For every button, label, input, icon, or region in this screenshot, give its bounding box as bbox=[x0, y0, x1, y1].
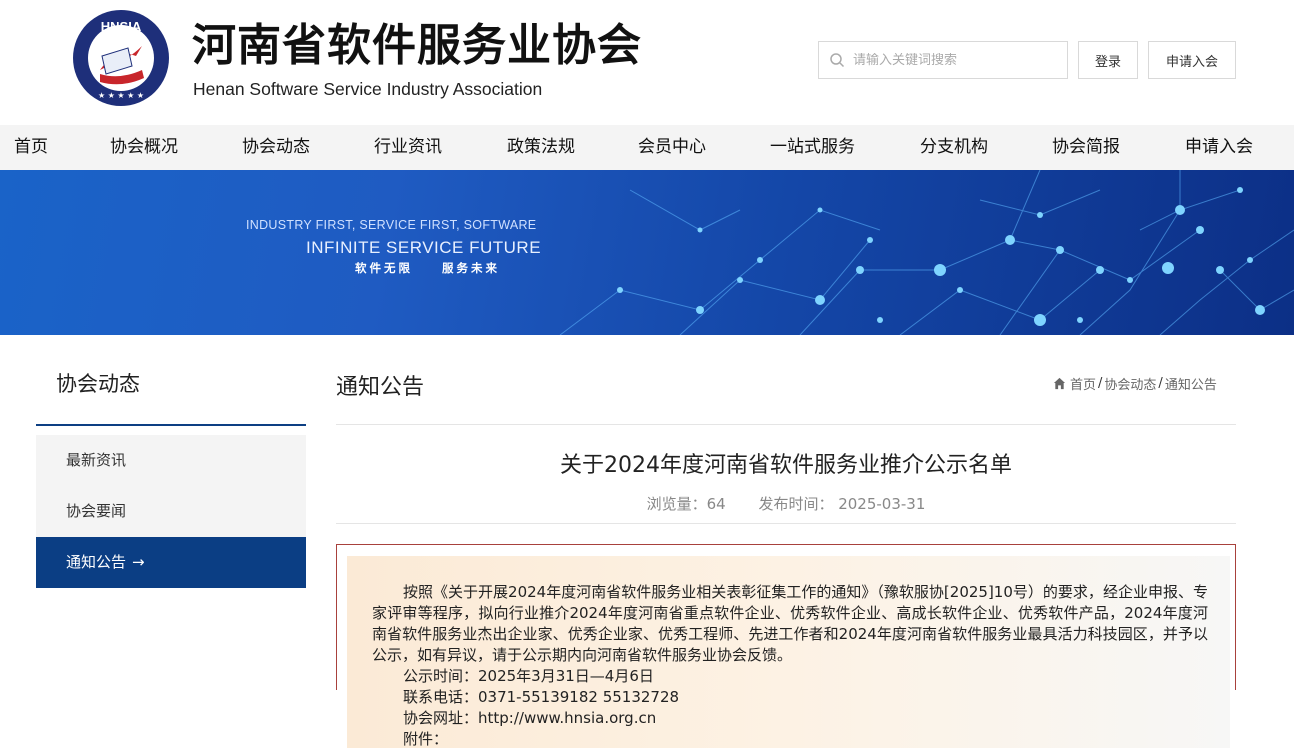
banner-slogan-cn: 软件无限 服务未来 bbox=[355, 261, 500, 275]
logo-text: HNSIA bbox=[101, 19, 142, 34]
publish-date: 发布时间： 2025-03-31 bbox=[758, 495, 926, 513]
nav-item-news[interactable]: 协会动态 bbox=[242, 125, 310, 170]
home-icon bbox=[1053, 377, 1066, 390]
sidebar-item-key-news[interactable]: 协会要闻 bbox=[36, 486, 306, 537]
nav-item-policy[interactable]: 政策法规 bbox=[507, 125, 575, 170]
meta-divider bbox=[336, 523, 1236, 524]
main-divider bbox=[336, 424, 1236, 425]
sidebar-menu: 最新资讯 协会要闻 通知公告 → bbox=[36, 435, 306, 588]
breadcrumb-separator: / bbox=[1098, 376, 1103, 391]
section-title: 通知公告 bbox=[336, 375, 425, 400]
article-meta: 浏览量：64 发布时间： 2025-03-31 bbox=[336, 493, 1236, 514]
association-website: 协会网址：http://www.hnsia.org.cn bbox=[403, 709, 657, 727]
svg-text:★ ★ ★ ★ ★: ★ ★ ★ ★ ★ bbox=[98, 91, 144, 100]
nav-item-join[interactable]: 申请入会 bbox=[1185, 125, 1253, 170]
search-icon bbox=[830, 53, 845, 68]
login-button[interactable]: 登录 bbox=[1078, 41, 1138, 79]
nav-item-branches[interactable]: 分支机构 bbox=[920, 125, 988, 170]
nav-item-industry[interactable]: 行业资讯 bbox=[374, 125, 442, 170]
nav-item-members[interactable]: 会员中心 bbox=[638, 125, 706, 170]
site-header: HNSIA ★ ★ ★ ★ ★ 河南省软件服务业协会 Henan Softwar… bbox=[0, 0, 1294, 125]
site-title-cn[interactable]: 河南省软件服务业协会 bbox=[192, 18, 642, 74]
nav-item-briefing[interactable]: 协会简报 bbox=[1052, 125, 1120, 170]
banner-network-graphic bbox=[559, 170, 1294, 335]
sidebar-item-notices[interactable]: 通知公告 → bbox=[36, 537, 306, 588]
sidebar-divider bbox=[36, 424, 306, 426]
hero-banner: INDUSTRY FIRST, SERVICE FIRST, SOFTWARE … bbox=[0, 170, 1294, 335]
breadcrumb: 首页 / 协会动态 / 通知公告 bbox=[1053, 374, 1217, 393]
search-box[interactable] bbox=[818, 41, 1068, 79]
contact-phone: 联系电话：0371-55139182 55132728 bbox=[403, 688, 680, 706]
breadcrumb-current[interactable]: 通知公告 bbox=[1165, 374, 1217, 393]
sidebar-item-latest-news[interactable]: 最新资讯 bbox=[36, 435, 306, 486]
association-logo[interactable]: HNSIA ★ ★ ★ ★ ★ bbox=[70, 8, 172, 108]
banner-slogan-line2: INFINITE SERVICE FUTURE bbox=[306, 238, 542, 257]
attachment-label: 附件： bbox=[403, 730, 449, 748]
breadcrumb-news[interactable]: 协会动态 bbox=[1104, 374, 1156, 393]
view-count: 浏览量：64 bbox=[646, 495, 726, 513]
nav-item-about[interactable]: 协会概况 bbox=[110, 125, 178, 170]
banner-slogan-line1: INDUSTRY FIRST, SERVICE FIRST, SOFTWARE bbox=[246, 218, 537, 232]
breadcrumb-home[interactable]: 首页 bbox=[1070, 374, 1096, 393]
article-title: 关于2024年度河南省软件服务业推介公示名单 bbox=[560, 453, 1012, 478]
notice-period: 公示时间：2025年3月31日—4月6日 bbox=[403, 667, 654, 685]
sidebar-title: 协会动态 bbox=[56, 372, 140, 396]
article-paragraph: 按照《关于开展2024年度河南省软件服务业相关表彰征集工作的通知》（豫软服协[2… bbox=[372, 583, 1208, 664]
nav-item-one-stop[interactable]: 一站式服务 bbox=[770, 125, 855, 170]
breadcrumb-separator: / bbox=[1158, 376, 1163, 391]
main-nav: 首页 协会概况 协会动态 行业资讯 政策法规 会员中心 一站式服务 分支机构 协… bbox=[0, 125, 1294, 170]
search-input[interactable] bbox=[853, 52, 1053, 68]
sidebar-item-label: 通知公告 bbox=[66, 553, 127, 571]
join-button[interactable]: 申请入会 bbox=[1148, 41, 1236, 79]
site-title-en: Henan Software Service Industry Associat… bbox=[193, 79, 543, 99]
nav-item-home[interactable]: 首页 bbox=[14, 125, 48, 170]
article-body: 按照《关于开展2024年度河南省软件服务业相关表彰征集工作的通知》（豫软服协[2… bbox=[372, 582, 1208, 748]
arrow-right-icon: → bbox=[132, 553, 145, 571]
